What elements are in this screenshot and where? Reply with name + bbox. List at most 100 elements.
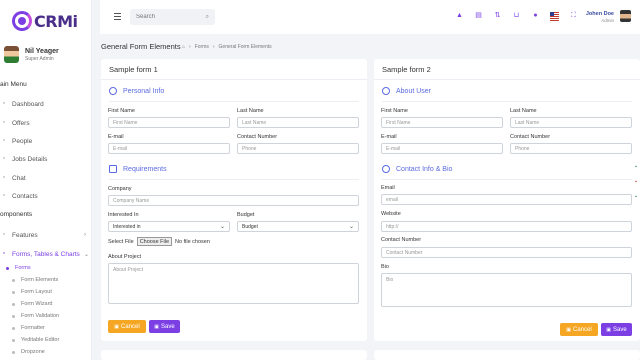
cancel-icon: ▣	[114, 323, 120, 330]
sidebar-user[interactable]: Nil Yeager Super Admin	[4, 46, 59, 63]
breadcrumb-current: General Form Elements	[218, 44, 272, 50]
sidebar-item-label: Features	[12, 231, 38, 239]
select-file-label: Select File	[108, 238, 134, 245]
phone-field[interactable]: Phone	[510, 143, 632, 154]
interested-in-label: Interested In	[108, 212, 139, 218]
contact2-label: Contact Number	[381, 237, 422, 243]
sidebar-sub-label: Yeditable Editor	[21, 337, 60, 343]
first-name-field[interactable]: First Name	[108, 117, 230, 128]
sidebar-item-jobs[interactable]: ▫ Jobs Details	[0, 155, 48, 163]
fullscreen-icon[interactable]: ⛶	[569, 11, 578, 20]
section-personal-info: Personal Info	[109, 87, 164, 95]
user-icon	[109, 87, 117, 95]
globe-icon[interactable]: ●	[531, 11, 540, 20]
sidebar-sub-label: Form Elements	[21, 277, 59, 283]
sidebar-sub-form-validation[interactable]: Form Validation	[12, 313, 59, 319]
user-icon	[382, 87, 390, 95]
search-box[interactable]: ⌕	[130, 9, 215, 25]
cancel-button[interactable]: ▣ Cancel	[560, 323, 598, 336]
contact-number-label: Contact Number	[510, 134, 551, 140]
sidebar-sub-dropzone[interactable]: Dropzone	[12, 349, 45, 355]
cancel-icon: ▣	[566, 326, 572, 333]
section-title: Requirements	[123, 165, 167, 173]
cart-icon[interactable]: ⊔	[512, 11, 521, 20]
bullet-icon	[12, 302, 15, 306]
search-input[interactable]	[136, 14, 196, 20]
first-name-label: First Name	[381, 108, 408, 114]
first-name-field[interactable]: First Name	[381, 117, 503, 128]
sidebar-item-features[interactable]: ▫ Features ›	[0, 231, 86, 239]
sidebar-subgroup-forms[interactable]: Forms	[6, 265, 31, 271]
topbar-icons: ▲ ▤ ⇅ ⊔ ● ⛶	[455, 11, 588, 21]
last-name-field[interactable]: Last Name	[237, 117, 359, 128]
sidebar-item-dashboard[interactable]: ▫ Dashboard	[0, 100, 44, 108]
website-field[interactable]: http://	[381, 221, 632, 232]
email-label: E-mail	[108, 134, 124, 140]
save-icon: ▣	[154, 323, 160, 330]
topbar-user[interactable]: Johen Doe Admin	[584, 11, 614, 23]
sidebar-item-people[interactable]: ▫ People	[0, 137, 33, 145]
home-icon[interactable]: ⌂	[182, 44, 185, 50]
search-icon[interactable]: ⌕	[206, 14, 209, 21]
translate-icon[interactable]: ▤	[474, 11, 483, 20]
settings-icon[interactable]: ▪	[635, 164, 637, 170]
sidebar-item-label: Offers	[12, 119, 30, 127]
about-project-textarea[interactable]: About Project	[108, 263, 359, 304]
bullet-icon	[12, 278, 15, 282]
email-field[interactable]: E-mail	[381, 143, 503, 154]
email-field[interactable]: E-mail	[108, 143, 230, 154]
sidebar-sub-formatter[interactable]: Formatter	[12, 325, 45, 331]
sidebar-item-label: Forms, Tables & Charts	[12, 250, 80, 258]
interested-in-select[interactable]: Interested in	[108, 221, 230, 232]
us-flag-icon[interactable]	[550, 11, 559, 21]
button-label: Cancel	[121, 323, 140, 330]
choose-file-button[interactable]: Choose File	[136, 237, 173, 246]
sidebar-item-label: Jobs Details	[12, 155, 48, 163]
bio-textarea[interactable]: Bio	[381, 273, 632, 307]
info-icon[interactable]: ▪	[635, 194, 637, 200]
email2-field[interactable]: email	[381, 194, 632, 205]
last-name-field[interactable]: Last Name	[510, 117, 632, 128]
sidebar-sub-form-elements[interactable]: Form Elements	[12, 277, 58, 283]
sidebar-item-forms-tables-charts[interactable]: ▫ Forms, Tables & Charts ⌄	[0, 250, 89, 258]
bullet-icon	[6, 266, 9, 270]
page-title: General Form Elements	[101, 42, 181, 51]
sidebar-item-label: Contacts	[12, 192, 38, 200]
section-contact-info-bio: Contact Info & Bio	[382, 165, 452, 173]
sidebar-item-chat[interactable]: ▫ Chat	[0, 174, 26, 182]
sidebar-sub-label: Form Layout	[21, 289, 52, 295]
jobs-icon: ▫	[2, 155, 6, 162]
card-title: Sample form 2	[382, 65, 431, 74]
divider	[101, 79, 367, 80]
budget-label: Budget	[237, 212, 255, 218]
sidebar-sub-xeditable[interactable]: Yeditable Editor	[12, 337, 59, 343]
file-upload-row: Select File Choose File No file chosen	[108, 237, 210, 246]
components-heading: omponents	[0, 211, 33, 218]
sidebar-item-contacts[interactable]: ▫ Contacts	[0, 192, 38, 200]
phone-field[interactable]: Phone	[237, 143, 359, 154]
sidebar-sub-form-wizard[interactable]: Form Wizard	[12, 301, 52, 307]
breadcrumb-forms[interactable]: Forms	[195, 44, 209, 50]
save-button[interactable]: ▣ Save	[601, 323, 632, 336]
sidebar-item-offers[interactable]: ▫ Offers	[0, 119, 30, 127]
cancel-button[interactable]: ▣ Cancel	[108, 320, 146, 333]
notification-icon[interactable]: ▲	[455, 11, 464, 20]
company-field[interactable]: Company Name	[108, 195, 359, 206]
sidebar-sub-form-layout[interactable]: Form Layout	[12, 289, 52, 295]
cart-icon[interactable]: ▪	[635, 179, 637, 185]
sidebar: CRMi Nil Yeager Super Admin ain Menu ▫ Da…	[0, 0, 92, 360]
save-button[interactable]: ▣ Save	[149, 320, 180, 333]
logo[interactable]: CRMi	[12, 11, 78, 31]
forms-icon: ▫	[2, 250, 6, 257]
button-label: Save	[161, 323, 175, 330]
logo-text: CRMi	[34, 11, 78, 31]
budget-select[interactable]: Budget	[237, 221, 359, 232]
bullet-icon	[12, 290, 15, 294]
divider	[109, 179, 359, 180]
topbar-avatar[interactable]	[620, 10, 631, 22]
apps-icon[interactable]: ⇅	[493, 11, 502, 20]
contact2-field[interactable]: Contact Number	[381, 247, 632, 258]
menu-toggle-icon[interactable]	[114, 13, 121, 22]
main-menu-heading: ain Menu	[0, 81, 27, 88]
next-card-right	[374, 350, 640, 360]
